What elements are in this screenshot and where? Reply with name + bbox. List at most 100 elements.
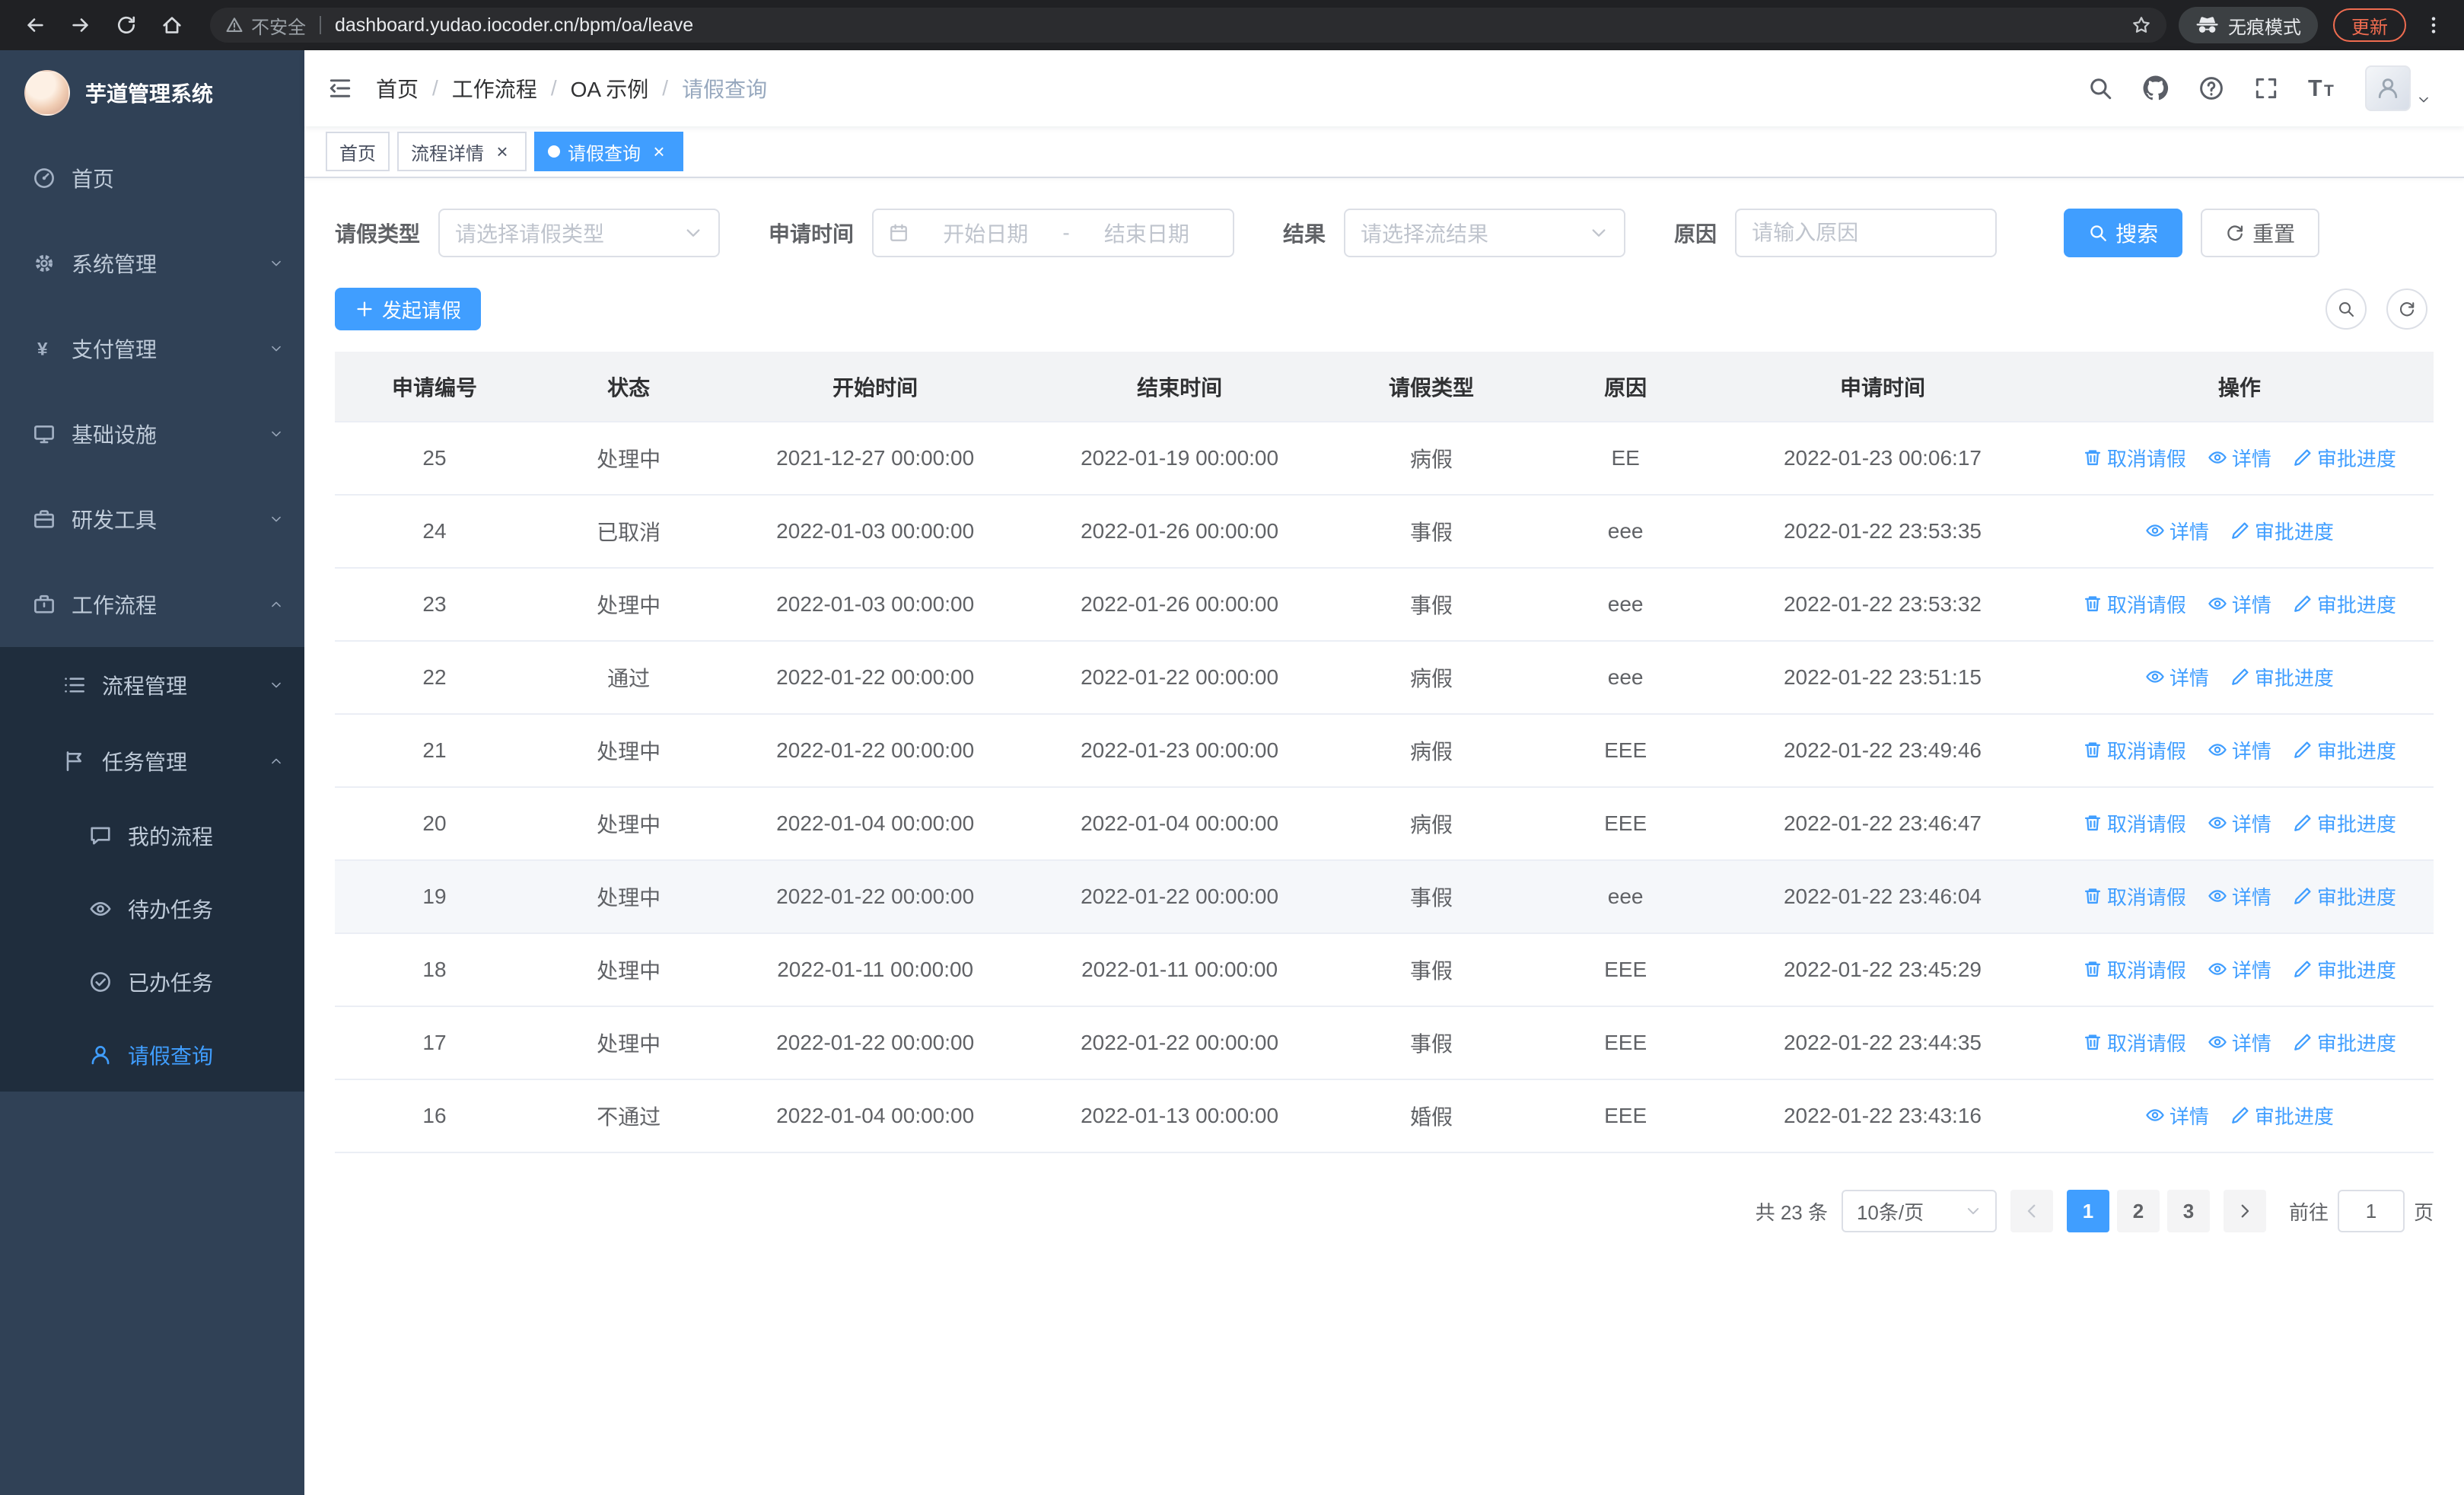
sidebar-item-payment[interactable]: ¥ 支付管理 <box>0 306 304 391</box>
update-button[interactable]: 更新 <box>2333 8 2406 42</box>
sidebar-item-my-process[interactable]: 我的流程 <box>0 799 304 872</box>
search-icon[interactable] <box>2087 75 2113 101</box>
edit-icon <box>2293 1032 2313 1052</box>
detail-link[interactable]: 详情 <box>2208 590 2271 618</box>
create-leave-button[interactable]: 发起请假 <box>335 288 482 330</box>
tab-home[interactable]: 首页 <box>326 132 390 171</box>
approval-progress-link[interactable]: 审批进度 <box>2293 444 2396 472</box>
search-button[interactable]: 搜索 <box>2064 209 2183 257</box>
cell-leave-type: 婚假 <box>1332 1079 1532 1153</box>
refresh-table-button[interactable] <box>2386 288 2427 330</box>
font-size-icon[interactable]: TT <box>2308 74 2336 102</box>
detail-link[interactable]: 详情 <box>2208 1028 2271 1057</box>
tab-process-detail[interactable]: 流程详情 × <box>397 132 527 171</box>
sidebar-item-done-task[interactable]: 已办任务 <box>0 945 304 1018</box>
approval-progress-link[interactable]: 审批进度 <box>2293 590 2396 618</box>
column-header-end-time: 结束时间 <box>1027 352 1332 422</box>
reason-input[interactable] <box>1735 209 1998 257</box>
page-button-1[interactable]: 1 <box>2066 1190 2109 1232</box>
page-size-select[interactable]: 10条/页 <box>1841 1190 1997 1232</box>
cell-apply-time: 2022-01-22 23:46:04 <box>1720 860 2045 934</box>
cancel-leave-link[interactable]: 取消请假 <box>2083 955 2186 983</box>
github-icon[interactable] <box>2142 75 2170 102</box>
breadcrumb-item-0[interactable]: 首页 <box>376 73 419 104</box>
cell-reason: EEE <box>1531 1006 1721 1080</box>
reload-icon[interactable] <box>107 5 146 45</box>
cell-reason: eee <box>1531 641 1721 715</box>
sidebar-item-system[interactable]: 系统管理 <box>0 221 304 306</box>
detail-link[interactable]: 详情 <box>2208 809 2271 837</box>
cancel-leave-link[interactable]: 取消请假 <box>2083 444 2186 472</box>
sidebar-item-process-mgmt[interactable]: 流程管理 <box>0 647 304 723</box>
sidebar-item-todo-task[interactable]: 待办任务 <box>0 872 304 945</box>
close-icon[interactable]: × <box>492 141 513 162</box>
goto-page-input[interactable] <box>2337 1190 2405 1232</box>
approval-progress-link[interactable]: 审批进度 <box>2293 736 2396 764</box>
cell-apply-time: 2022-01-22 23:51:15 <box>1720 641 2045 715</box>
approval-progress-link[interactable]: 审批进度 <box>2293 955 2396 983</box>
close-icon[interactable]: × <box>648 141 670 162</box>
leave-type-select[interactable]: 请选择请假类型 <box>438 209 721 257</box>
detail-link[interactable]: 详情 <box>2145 517 2209 545</box>
detail-link[interactable]: 详情 <box>2208 444 2271 472</box>
table-row: 24 已取消 2022-01-03 00:00:00 2022-01-26 00:00… <box>335 495 2434 569</box>
page-buttons: 123 <box>2066 1190 2210 1232</box>
cell-status: 处理中 <box>534 568 724 642</box>
fullscreen-icon[interactable] <box>2253 75 2279 101</box>
back-icon[interactable] <box>15 5 55 45</box>
result-select[interactable]: 请选择流结果 <box>1344 209 1626 257</box>
approval-progress-link[interactable]: 审批进度 <box>2230 1101 2334 1130</box>
detail-link[interactable]: 详情 <box>2208 882 2271 910</box>
detail-link[interactable]: 详情 <box>2145 663 2209 691</box>
breadcrumb-item-2[interactable]: OA 示例 <box>571 73 649 104</box>
sidebar-item-infrastructure[interactable]: 基础设施 <box>0 391 304 477</box>
cell-leave-type: 事假 <box>1332 1006 1532 1080</box>
cell-reason: EEE <box>1531 1079 1721 1153</box>
cancel-leave-link[interactable]: 取消请假 <box>2083 809 2186 837</box>
forward-icon[interactable] <box>61 5 100 45</box>
chevron-right-icon <box>2235 1201 2255 1221</box>
sidebar-item-workflow[interactable]: 工作流程 <box>0 562 304 647</box>
toggle-search-button[interactable] <box>2326 288 2367 330</box>
cancel-leave-link[interactable]: 取消请假 <box>2083 590 2186 618</box>
home-icon[interactable] <box>152 5 192 45</box>
apply-time-range-picker[interactable]: 开始日期 - 结束日期 <box>872 209 1235 257</box>
cell-actions: 取消请假 详情 审批进度 <box>2045 422 2434 496</box>
help-icon[interactable] <box>2198 75 2224 101</box>
edit-icon <box>2293 594 2313 614</box>
approval-progress-link[interactable]: 审批进度 <box>2230 663 2334 691</box>
start-date-placeholder: 开始日期 <box>943 222 1029 246</box>
approval-progress-link[interactable]: 审批进度 <box>2230 517 2334 545</box>
hamburger-icon[interactable] <box>304 75 376 101</box>
page-button-2[interactable]: 2 <box>2116 1190 2160 1232</box>
cancel-leave-link[interactable]: 取消请假 <box>2083 882 2186 910</box>
sidebar-menu: 首页 系统管理 ¥ 支付管理 基础设施 研发工具 工作流程 流程管理 任务管理 我的流程 待办任务已… <box>0 135 304 1092</box>
cancel-leave-link[interactable]: 取消请假 <box>2083 736 2186 764</box>
approval-progress-link[interactable]: 审批进度 <box>2293 809 2396 837</box>
sidebar-item-home[interactable]: 首页 <box>0 135 304 221</box>
sidebar-item-task-mgmt[interactable]: 任务管理 <box>0 723 304 799</box>
reset-button[interactable]: 重置 <box>2201 209 2320 257</box>
cancel-leave-link[interactable]: 取消请假 <box>2083 1028 2186 1057</box>
cell-leave-type: 事假 <box>1332 933 1532 1007</box>
user-avatar[interactable] <box>2365 65 2431 111</box>
detail-link[interactable]: 详情 <box>2145 1101 2209 1130</box>
approval-progress-link[interactable]: 审批进度 <box>2293 882 2396 910</box>
sidebar-item-dev-tools[interactable]: 研发工具 <box>0 477 304 562</box>
goto-page: 前往 页 <box>2289 1190 2434 1232</box>
page-button-3[interactable]: 3 <box>2166 1190 2210 1232</box>
bookmark-star-icon[interactable] <box>2131 15 2151 35</box>
detail-link[interactable]: 详情 <box>2208 955 2271 983</box>
column-header-status: 状态 <box>534 352 724 422</box>
approval-progress-link[interactable]: 审批进度 <box>2293 1028 2396 1057</box>
url-bar[interactable]: 不安全 dashboard.yudao.iocoder.cn/bpm/oa/le… <box>210 8 2166 43</box>
kebab-menu-icon[interactable] <box>2418 14 2449 36</box>
detail-link[interactable]: 详情 <box>2208 736 2271 764</box>
next-page-button[interactable] <box>2223 1190 2266 1232</box>
cell-leave-type: 事假 <box>1332 568 1532 642</box>
security-warning[interactable]: 不安全 <box>225 12 306 39</box>
tab-leave-query[interactable]: 请假查询 × <box>534 132 683 171</box>
prev-page-button[interactable] <box>2010 1190 2053 1232</box>
sidebar-item-leave-query[interactable]: 请假查询 <box>0 1018 304 1092</box>
breadcrumb-item-1[interactable]: 工作流程 <box>452 73 537 104</box>
